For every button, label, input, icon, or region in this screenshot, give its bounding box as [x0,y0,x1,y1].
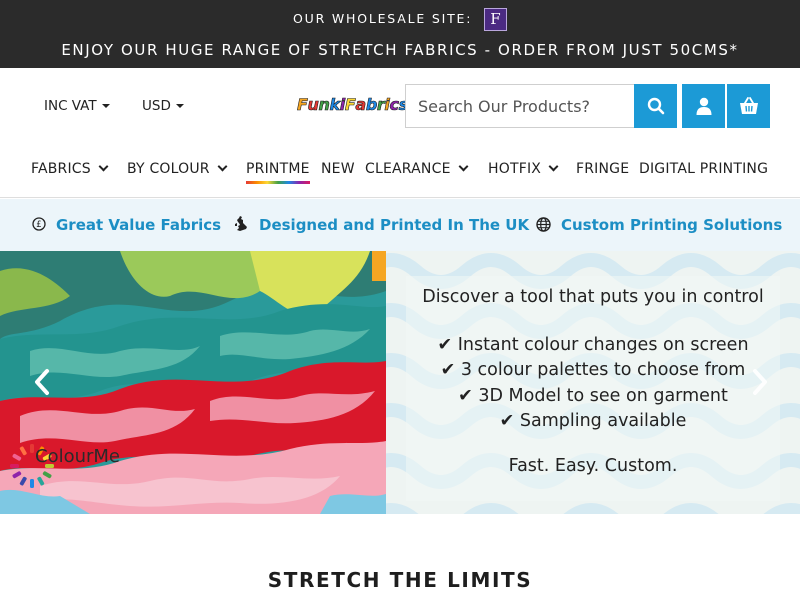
search-button[interactable] [634,84,677,128]
chevron-down-icon [98,161,109,172]
top-banner: OUR WHOLESALE SITE: F ENJOY OUR HUGE RAN… [0,0,800,68]
nav-item-fabrics[interactable]: FABRICS [31,160,109,178]
account-button[interactable] [682,84,725,128]
nav-item-printme[interactable]: PRINTME [246,160,310,184]
nav-item-fringe[interactable]: FRINGE [576,160,629,178]
wholesale-notice: OUR WHOLESALE SITE: F [0,7,800,31]
hero-check-item: ✔ Sampling available [499,411,687,431]
vat-selector[interactable]: INC VAT [44,98,110,114]
nav-item-label: BY COLOUR [127,161,210,177]
user-icon [696,97,711,115]
carousel-prev-arrow-icon[interactable] [32,368,52,396]
nav-item-by-colour[interactable]: BY COLOUR [127,160,228,178]
nav-item-label: HOTFIX [488,161,542,177]
usp-great-value[interactable]: Great Value Fabrics [56,215,221,235]
section-title: STRETCH THE LIMITS [267,568,533,592]
site-header: INC VAT USD FunkiFabrics [0,68,800,148]
svg-text:£: £ [36,220,41,230]
wholesale-site-logo[interactable]: F [484,8,507,31]
uk-map-icon [233,216,249,232]
basket-icon [739,97,758,114]
carousel-next-arrow-icon[interactable] [750,368,770,396]
chevron-down-icon [217,161,228,172]
nav-item-new[interactable]: NEW [321,160,355,178]
promo-message: ENJOY OUR HUGE RANGE OF STRETCH FABRICS … [61,41,739,59]
pound-coin-icon: £ [31,216,47,232]
hero-banner[interactable]: ColourMe Discover a tool that puts you i… [0,251,800,514]
chevron-down-icon [548,161,559,172]
hero-tagline: Fast. Easy. Custom. [508,456,678,476]
hero-check-item: ✔ 3 colour palettes to choose from [440,360,746,380]
site-logo[interactable]: FunkiFabrics [297,92,409,118]
currency-selector-label: USD [142,98,171,114]
hero-info-panel: Discover a tool that puts you in control… [386,251,800,514]
nav-item-label: FRINGE [576,161,630,177]
caret-down-icon [101,104,110,108]
hero-check-item: ✔ 3D Model to see on garment [458,386,728,406]
hero-title: Discover a tool that puts you in control [422,287,764,307]
main-nav: FABRICS BY COLOUR PRINTME NEW CLEARANCE … [0,148,800,198]
chevron-down-icon [458,161,469,172]
nav-item-label: FABRICS [31,161,91,177]
caret-down-icon [175,104,184,108]
colourme-badge: ColourMe [10,438,141,502]
wholesale-label: OUR WHOLESALE SITE: [292,11,473,26]
globe-icon [535,216,551,232]
nav-item-clearance[interactable]: CLEARANCE [365,160,469,178]
nav-item-digital-printing[interactable]: DIGITAL PRINTING [639,160,768,178]
currency-selector[interactable]: USD [142,98,184,114]
colourme-label: ColourMe [35,446,121,467]
usp-strip: £ Great Value Fabrics Designed and Print… [0,199,800,251]
hero-check-item: ✔ Instant colour changes on screen [437,335,749,355]
nav-item-label: DIGITAL PRINTING [639,161,769,177]
search-input[interactable] [405,84,634,128]
nav-item-label: PRINTME [246,161,310,177]
usp-designed-uk[interactable]: Designed and Printed In The UK [259,215,529,235]
basket-button[interactable] [727,84,770,128]
search-icon [647,97,664,115]
nav-item-label: CLEARANCE [365,161,451,177]
rainbow-underline [246,181,310,184]
usp-custom-printing[interactable]: Custom Printing Solutions [561,215,782,235]
nav-item-hotfix[interactable]: HOTFIX [488,160,559,178]
nav-item-label: NEW [321,161,355,177]
fabric-swatches-image: ColourMe [0,251,386,514]
vat-selector-label: INC VAT [44,98,97,114]
